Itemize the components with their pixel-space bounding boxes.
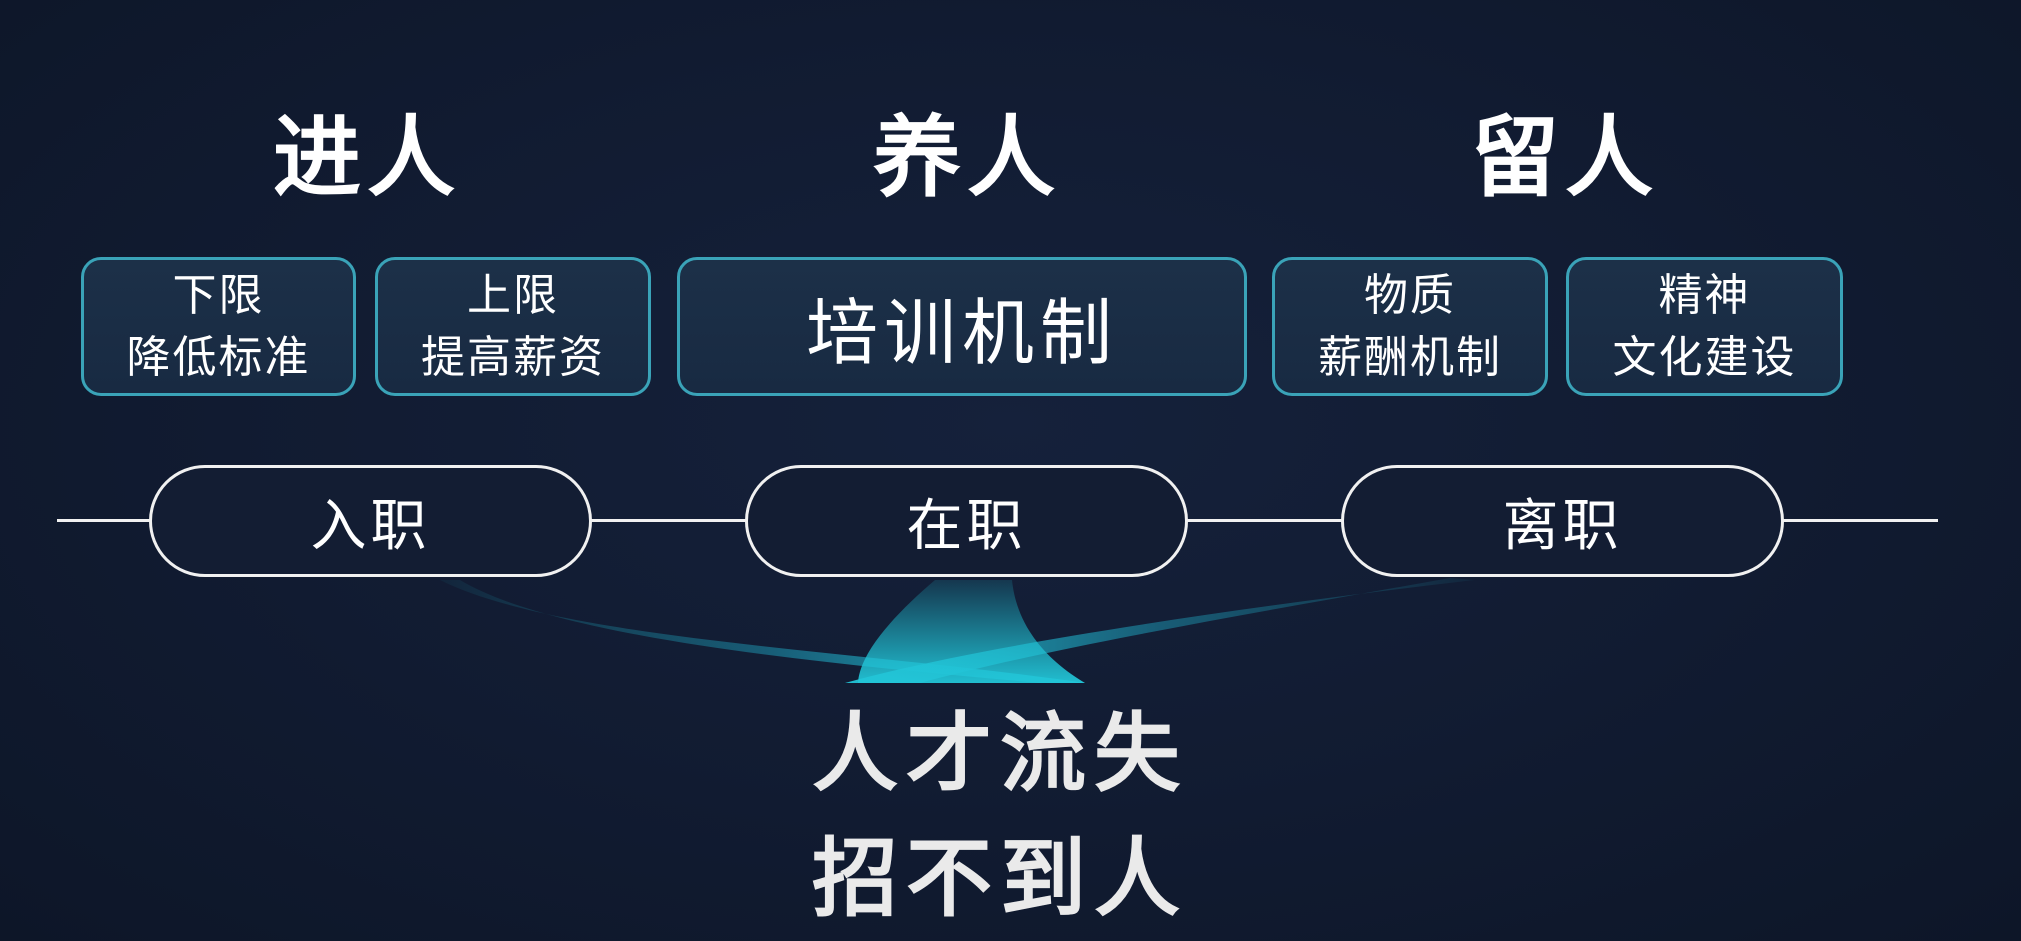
stage-employed: 在职 — [745, 465, 1188, 577]
stage-leave: 离职 — [1341, 465, 1784, 577]
diagram-stage: 进人 养人 留人 下限 降低标准 上限 提高薪资 培训机制 物质 薪酬机制 精神… — [0, 0, 2021, 941]
outcome-cannot-hire: 招不到人 — [812, 829, 1188, 929]
timeline-segment-start — [57, 519, 152, 522]
stage-onboard: 入职 — [149, 465, 592, 577]
timeline-segment-end — [1783, 519, 1938, 522]
flow-from-employed — [858, 580, 1085, 683]
timeline-segment-2 — [1186, 519, 1344, 522]
timeline-segment-1 — [590, 519, 746, 522]
outcome-talent-loss: 人才流失 — [812, 704, 1188, 804]
